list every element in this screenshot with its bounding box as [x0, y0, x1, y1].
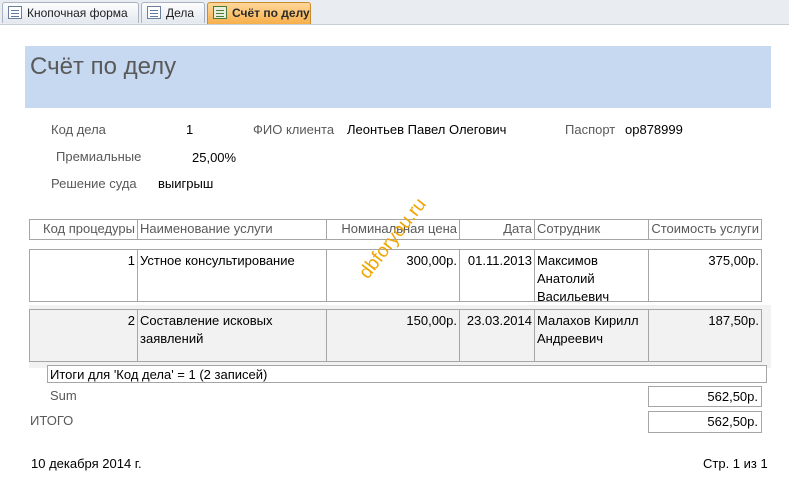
report-date: 10 декабря 2014 г.: [31, 456, 142, 471]
decision-label: Решение суда: [51, 176, 137, 191]
decision-value: выигрыш: [158, 176, 214, 191]
col-header-service: Наименование услуги: [137, 219, 327, 240]
col-header-service-cost: Стоимость услуги: [648, 219, 762, 240]
cell-service: Составление исковых заявлений: [137, 309, 327, 362]
sum-label: Sum: [50, 388, 77, 403]
passport-label: Паспорт: [565, 122, 616, 137]
form-icon: [147, 6, 161, 19]
col-header-employee: Сотрудник: [534, 219, 649, 240]
case-id-label: Код дела: [51, 122, 106, 137]
grand-total-label: ИТОГО: [30, 413, 74, 428]
tab-case-invoice[interactable]: Счёт по делу: [207, 2, 311, 24]
tab-switchboard[interactable]: Кнопочная форма: [2, 2, 139, 23]
group-totals-text: Итоги для 'Код дела' = 1 (2 записей): [47, 365, 767, 383]
cell-procedure-id: 1: [29, 249, 138, 302]
report-icon: [213, 6, 227, 19]
grand-total-value: 562,50р.: [648, 411, 762, 433]
report-title: Счёт по делу: [30, 53, 177, 80]
col-header-date: Дата: [459, 219, 535, 240]
cell-service-cost: 375,00р.: [648, 249, 762, 302]
bonus-value: 25,00%: [192, 150, 237, 165]
bonus-label: Премиальные: [56, 149, 142, 164]
tab-cases[interactable]: Дела: [141, 2, 205, 23]
cell-procedure-id: 2: [29, 309, 138, 362]
passport-value: ор878999: [625, 122, 683, 137]
col-header-procedure-id: Код процедуры: [29, 219, 138, 240]
cell-service: Устное консультирование: [137, 249, 327, 302]
page-number: Стр. 1 из 1: [703, 456, 768, 471]
cell-employee: Малахов Кирилл Андреевич: [534, 309, 649, 362]
cell-nominal-price: 150,00р.: [326, 309, 460, 362]
cell-employee: Максимов Анатолий Васильевич: [534, 249, 649, 304]
cell-date: 01.11.2013: [459, 249, 535, 302]
case-id-value: 1: [186, 122, 194, 137]
form-icon: [8, 6, 22, 19]
cell-service-cost: 187,50р.: [648, 309, 762, 362]
sum-value: 562,50р.: [648, 386, 762, 407]
client-value: Леонтьев Павел Олегович: [347, 122, 507, 137]
cell-date: 23.03.2014: [459, 309, 535, 362]
client-label: ФИО клиента: [253, 122, 335, 137]
